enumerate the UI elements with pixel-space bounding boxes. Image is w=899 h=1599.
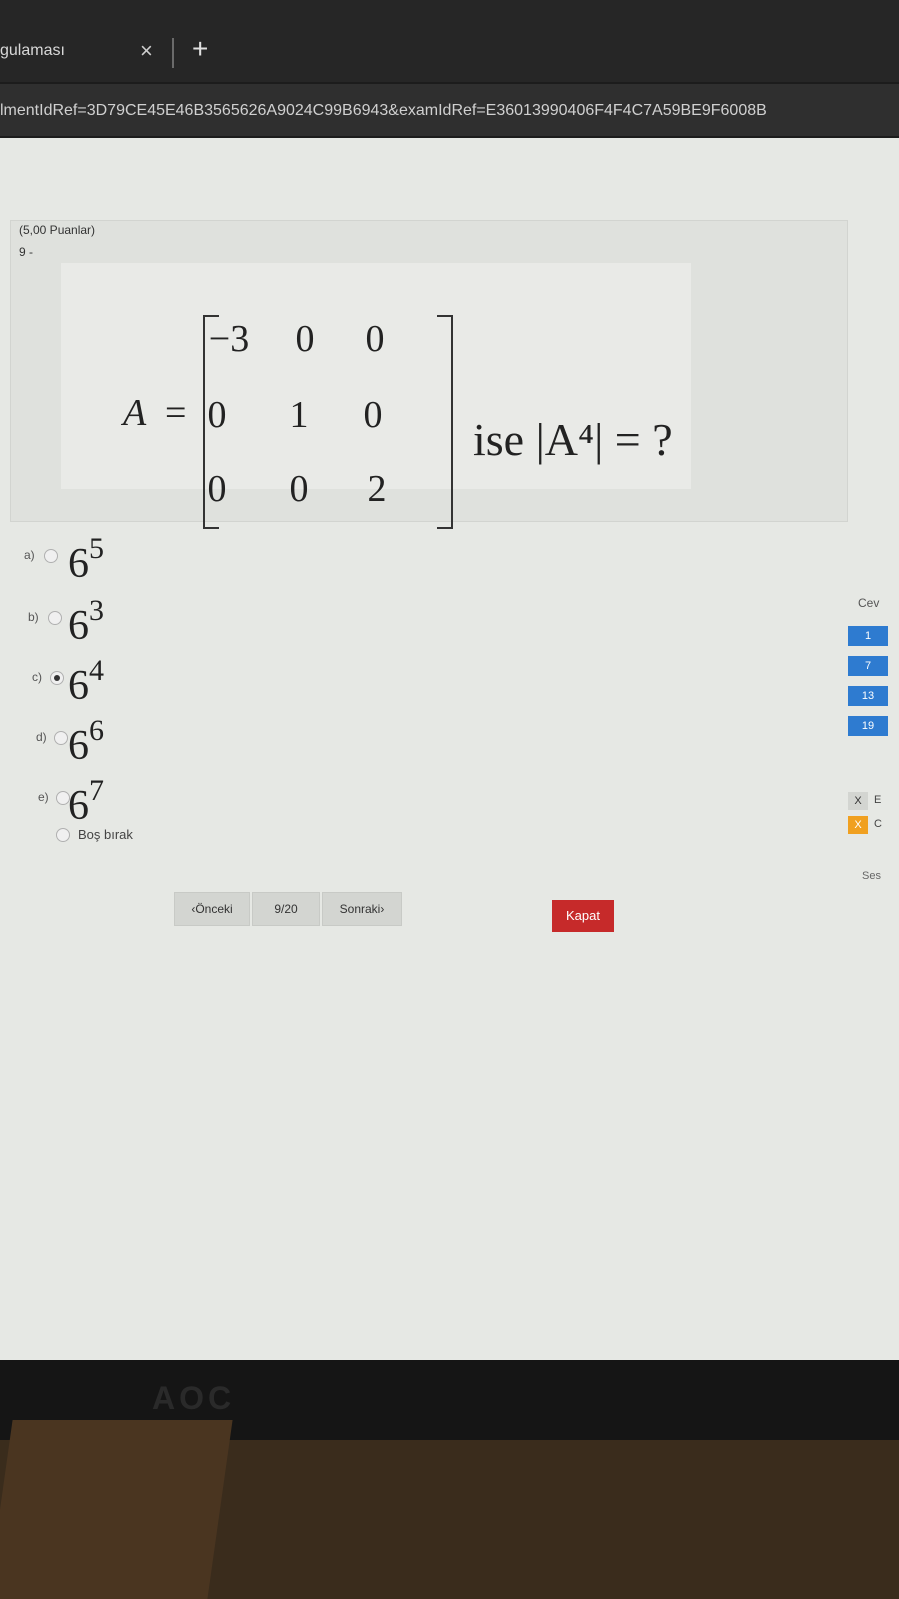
previous-button[interactable]: ‹Önceki bbox=[174, 892, 250, 926]
monitor-logo: AOC bbox=[152, 1380, 236, 1416]
question-points: (5,00 Puanlar) bbox=[19, 223, 96, 237]
option-value: 65 bbox=[68, 532, 104, 587]
question-nav-chip[interactable]: 7 bbox=[848, 656, 888, 676]
option-value: 64 bbox=[68, 654, 104, 709]
question-nav-chip[interactable]: 19 bbox=[848, 716, 888, 736]
matrix-cell: 0 bbox=[295, 318, 315, 360]
right-bracket bbox=[437, 315, 453, 529]
matrix-cell: 1 bbox=[289, 394, 309, 436]
sidebar-footer: Ses bbox=[862, 870, 881, 882]
question-rhs: ise |A⁴| = ? bbox=[473, 414, 673, 465]
option-letter: e) bbox=[38, 790, 49, 804]
matrix-cell: −3 bbox=[208, 318, 250, 360]
exam-page: (5,00 Puanlar) 9 - A = −3 0 0 0 1 0 0 0 … bbox=[0, 138, 899, 1360]
option-value: 63 bbox=[68, 594, 104, 649]
legend-text: C bbox=[874, 818, 882, 830]
url-text[interactable]: lmentIdRef=3D79CE45E46B3565626A9024C99B6… bbox=[0, 102, 767, 120]
desk-foreground bbox=[0, 1420, 233, 1599]
matrix-cell: 0 bbox=[365, 318, 385, 360]
matrix-name: A bbox=[123, 392, 147, 434]
matrix-cell: 0 bbox=[207, 394, 227, 436]
option-letter: c) bbox=[32, 670, 42, 684]
tab-divider bbox=[172, 38, 174, 68]
option-radio[interactable] bbox=[54, 731, 68, 745]
option-letter: d) bbox=[36, 730, 47, 744]
new-tab-icon[interactable]: + bbox=[192, 33, 208, 65]
close-button[interactable]: Kapat bbox=[552, 900, 614, 932]
page-indicator: 9/20 bbox=[252, 892, 320, 926]
option-value: 67 bbox=[68, 774, 104, 829]
option-letter: a) bbox=[24, 548, 35, 562]
question-formula: A = −3 0 0 0 1 0 0 0 2 ise |A⁴| = ? bbox=[61, 263, 691, 529]
matrix-cell: 0 bbox=[363, 394, 383, 436]
question-nav-chip[interactable]: 13 bbox=[848, 686, 888, 706]
browser-tab-bar: gulaması × + bbox=[0, 0, 899, 82]
legend-mark: X bbox=[848, 816, 868, 834]
option-value: 66 bbox=[68, 714, 104, 769]
address-bar[interactable]: lmentIdRef=3D79CE45E46B3565626A9024C99B6… bbox=[0, 84, 899, 136]
close-tab-icon[interactable]: × bbox=[140, 38, 153, 64]
legend-text: E bbox=[874, 794, 882, 806]
legend-mark: X bbox=[848, 792, 868, 810]
option-radio-selected[interactable] bbox=[50, 671, 64, 685]
option-radio[interactable] bbox=[44, 549, 58, 563]
question-number: 9 - bbox=[19, 245, 34, 259]
skip-label[interactable]: Boş bırak bbox=[78, 827, 133, 842]
option-radio[interactable] bbox=[48, 611, 62, 625]
answers-panel-label: Cev bbox=[858, 596, 880, 610]
question-nav-chip[interactable]: 1 bbox=[848, 626, 888, 646]
next-button[interactable]: Sonraki› bbox=[322, 892, 402, 926]
question-box: (5,00 Puanlar) 9 - A = −3 0 0 0 1 0 0 0 … bbox=[10, 220, 848, 529]
equals-sign: = bbox=[165, 392, 187, 434]
matrix-cell: 0 bbox=[289, 468, 309, 510]
matrix-cell: 0 bbox=[207, 468, 227, 510]
matrix-cell: 2 bbox=[367, 468, 387, 510]
skip-radio[interactable] bbox=[56, 828, 70, 842]
option-letter: b) bbox=[28, 610, 39, 624]
tab-title[interactable]: gulaması bbox=[0, 42, 65, 60]
